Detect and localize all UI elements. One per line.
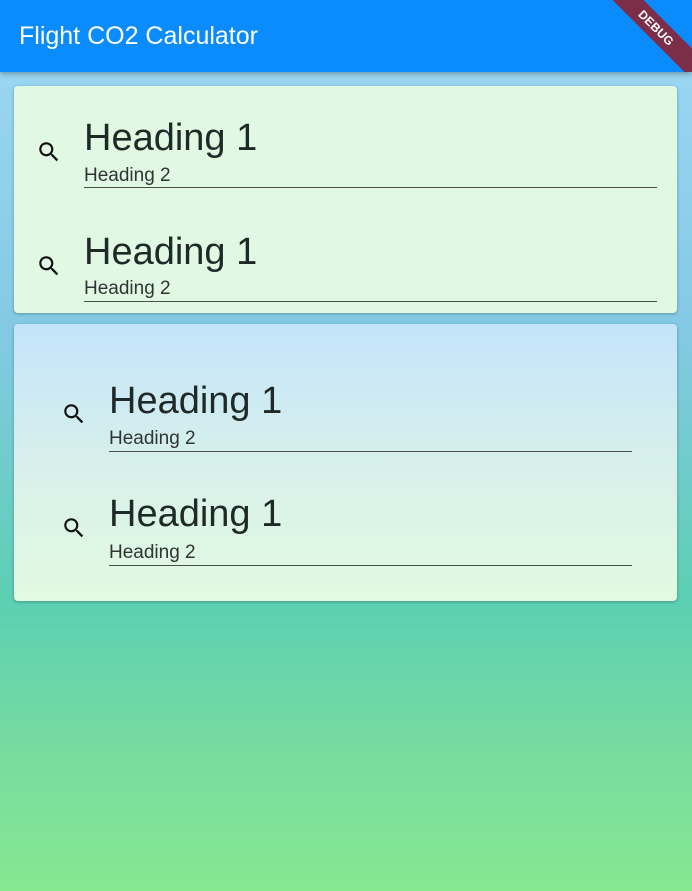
field-underline — [109, 565, 632, 566]
field-heading-1: Heading 1 — [109, 380, 283, 422]
search-icon[interactable] — [36, 139, 62, 165]
field-heading-2: Heading 2 — [84, 278, 171, 299]
search-card-top: Heading 1 Heading 2 Heading 1 Heading 2 — [14, 86, 677, 313]
app-title: Flight CO2 Calculator — [19, 22, 258, 50]
search-icon[interactable] — [36, 253, 62, 279]
debug-banner: DEBUG — [591, 0, 692, 72]
field-underline — [84, 301, 657, 302]
field-heading-1: Heading 1 — [84, 231, 258, 273]
field-heading-2: Heading 2 — [109, 428, 196, 449]
field-heading-1: Heading 1 — [109, 493, 283, 535]
field-heading-2: Heading 2 — [84, 165, 171, 186]
search-icon[interactable] — [61, 401, 87, 427]
app-bar: Flight CO2 Calculator DEBUG — [0, 0, 692, 72]
field-underline — [109, 451, 632, 452]
field-heading-2: Heading 2 — [109, 542, 196, 563]
search-icon[interactable] — [61, 515, 87, 541]
search-card-bottom: Heading 1 Heading 2 Heading 1 Heading 2 — [14, 324, 677, 601]
field-underline — [84, 187, 657, 188]
field-heading-1: Heading 1 — [84, 117, 258, 159]
